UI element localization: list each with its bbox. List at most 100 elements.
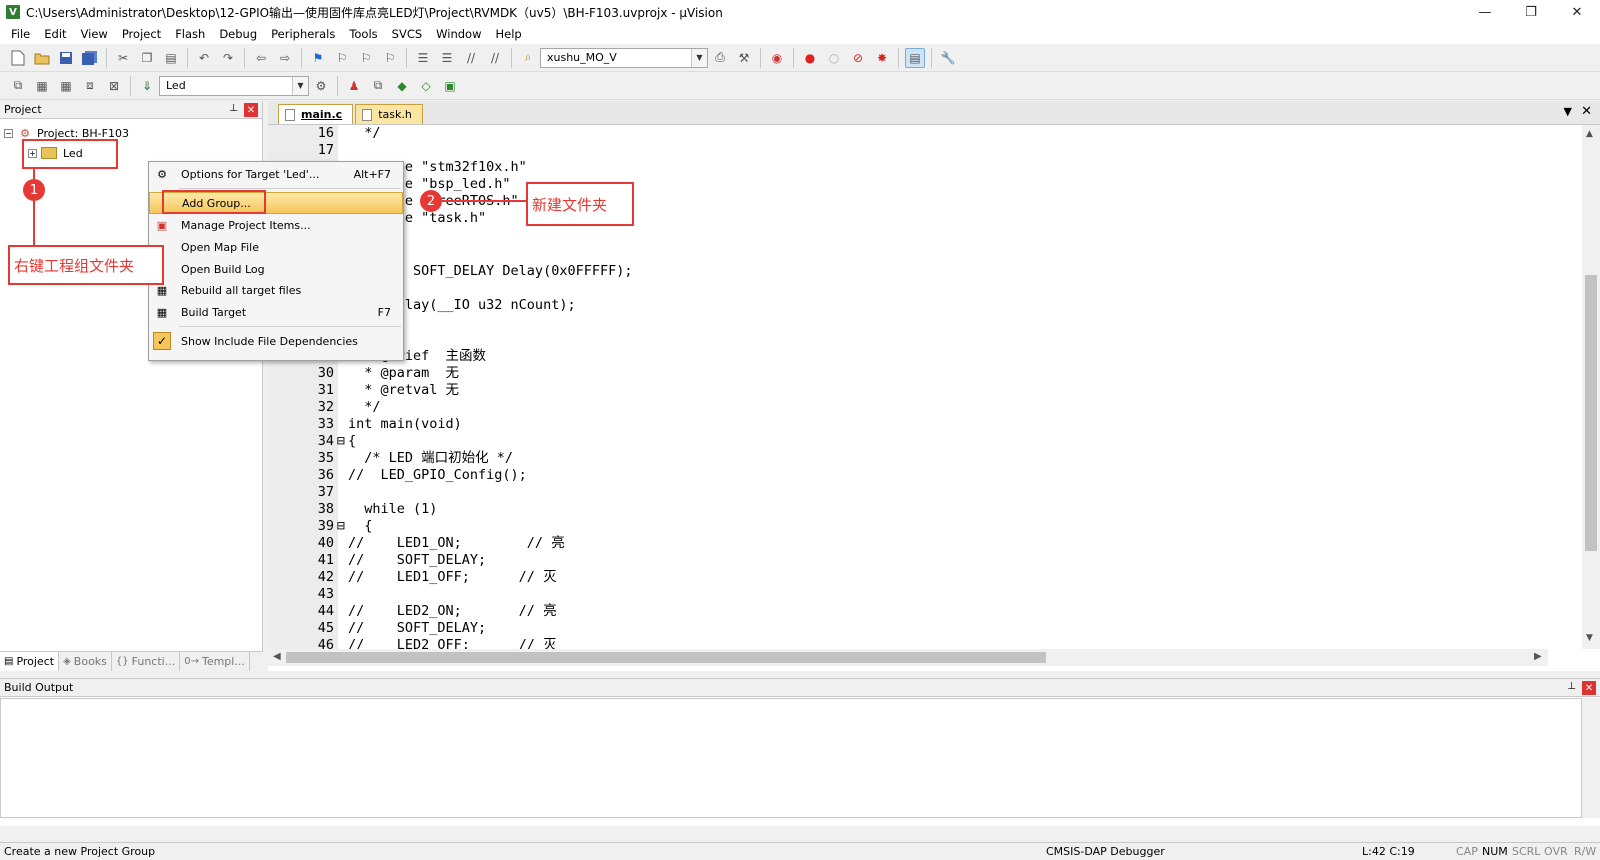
code-line[interactable]: 41 // SOFT_DELAY; <box>268 552 1548 569</box>
menu-help[interactable]: Help <box>489 27 529 41</box>
fold-toggle-icon[interactable]: ⊟ <box>334 433 348 450</box>
breakpoints-clear-icon[interactable]: ⊘ <box>848 48 868 68</box>
unindent-icon[interactable]: ☰ <box>437 48 457 68</box>
find-in-files-icon[interactable]: ⌕ <box>518 48 538 68</box>
menu-flash[interactable]: Flash <box>168 27 212 41</box>
scroll-left-icon[interactable]: ◀ <box>273 651 281 662</box>
code-line[interactable]: 34 ⊟{ <box>268 433 1548 450</box>
vertical-scrollbar[interactable] <box>1582 698 1600 818</box>
bookmark-next-icon[interactable]: ⚐ <box>356 48 376 68</box>
code-line[interactable]: nclude "bsp_led.h" <box>268 176 1548 193</box>
code-line[interactable] <box>268 229 1548 246</box>
chevron-down-icon[interactable]: ▼ <box>1564 105 1572 118</box>
scrollbar-thumb[interactable] <box>1585 275 1597 551</box>
redo-icon[interactable]: ↷ <box>218 48 238 68</box>
download-load-icon[interactable]: ⇓ <box>137 76 157 96</box>
open-file-icon[interactable] <box>32 48 52 68</box>
scroll-right-icon[interactable]: ▶ <box>1534 651 1542 662</box>
save-all-icon[interactable] <box>80 48 100 68</box>
menu-debug[interactable]: Debug <box>212 27 264 41</box>
code-line[interactable] <box>268 314 1548 331</box>
code-line[interactable]: 35 /* LED 端口初始化 */ <box>268 450 1548 467</box>
code-line[interactable] <box>268 280 1548 297</box>
menu-item-manage-project-items[interactable]: ▣ Manage Project Items... <box>149 214 403 236</box>
menu-peripherals[interactable]: Peripherals <box>264 27 342 41</box>
code-line[interactable]: 45 // SOFT_DELAY; <box>268 620 1548 637</box>
chevron-down-icon[interactable]: ▼ <box>292 76 308 95</box>
code-line[interactable]: 46 // LED2_OFF; // 灭 <box>268 637 1548 649</box>
menu-item-rebuild-all[interactable]: ▦ Rebuild all target files <box>149 279 403 301</box>
code-line[interactable]: nclude "stm32f10x.h" <box>268 159 1548 176</box>
scrollbar-thumb[interactable] <box>286 652 1046 663</box>
stop-build-icon[interactable]: ⊠ <box>104 76 124 96</box>
manage-rte-icon[interactable]: ⧉ <box>368 76 388 96</box>
code-line[interactable]: 29 * @brief 主函数 <box>268 348 1548 365</box>
menu-svcs[interactable]: SVCS <box>385 27 430 41</box>
indent-icon[interactable]: ☰ <box>413 48 433 68</box>
close-icon[interactable]: ✕ <box>244 103 258 117</box>
build-icon[interactable]: ▦ <box>32 76 52 96</box>
code-line[interactable] <box>268 331 1548 348</box>
pin-icon[interactable]: ⊥ <box>229 103 238 114</box>
code-line[interactable]: 30 * @param 无 <box>268 365 1548 382</box>
scroll-down-icon[interactable]: ▼ <box>1586 633 1593 643</box>
code-line[interactable]: nclude "task.h" <box>268 210 1548 227</box>
code-line[interactable]: 32 */ <box>268 399 1548 416</box>
menu-item-show-include-deps[interactable]: ✓ Show Include File Dependencies <box>149 330 403 352</box>
code-line[interactable]: 42 // LED1_OFF; // 灭 <box>268 569 1548 586</box>
breakpoints-kill-icon[interactable]: ✸ <box>872 48 892 68</box>
select-packs-icon[interactable]: ◇ <box>416 76 436 96</box>
code-line[interactable]: 31 * @retval 无 <box>268 382 1548 399</box>
restore-button[interactable]: ❐ <box>1508 0 1554 24</box>
code-line[interactable]: efine SOFT_DELAY Delay(0x0FFFFF); <box>268 263 1548 280</box>
code-line[interactable]: id Delay(__IO u32 nCount); <box>268 297 1548 314</box>
pin-icon[interactable]: ⊥ <box>1567 681 1576 692</box>
tab-task-h[interactable]: task.h <box>355 104 423 124</box>
tab-templates[interactable]: 0→ Templ... <box>180 652 250 671</box>
menu-edit[interactable]: Edit <box>37 27 73 41</box>
code-line[interactable]: 44 // LED2_ON; // 亮 <box>268 603 1548 620</box>
batch-build-icon[interactable]: ⧈ <box>80 76 100 96</box>
code-line[interactable]: 43 <box>268 586 1548 603</box>
bookmark-prev-icon[interactable]: ⚐ <box>332 48 352 68</box>
menu-item-options-for-target[interactable]: ⚙ Options for Target 'Led'... Alt+F7 <box>149 163 403 185</box>
tab-books[interactable]: ◈ Books <box>59 652 112 671</box>
menu-project[interactable]: Project <box>115 27 168 41</box>
software-packs-icon[interactable]: ▣ <box>440 76 460 96</box>
code-line[interactable]: 37 <box>268 484 1548 501</box>
code-line[interactable] <box>268 246 1548 263</box>
tab-functions[interactable]: {} Functi... <box>112 652 181 671</box>
code-line[interactable]: 16 */ <box>268 125 1548 142</box>
close-icon[interactable]: ✕ <box>1582 681 1596 695</box>
fold-toggle-icon[interactable]: ⊟ <box>334 518 348 535</box>
debug-session-icon[interactable]: ◉ <box>767 48 787 68</box>
close-icon[interactable]: ✕ <box>1581 104 1592 119</box>
bookmark-icon[interactable]: ⚑ <box>308 48 328 68</box>
code-area[interactable]: 16 */17 nclude "stm32f10x.h" nclude "bsp… <box>268 125 1548 649</box>
save-icon[interactable] <box>56 48 76 68</box>
nav-forward-icon[interactable]: ⇨ <box>275 48 295 68</box>
manage-project-items-icon[interactable]: ♟ <box>344 76 364 96</box>
copy-icon[interactable]: ❐ <box>137 48 157 68</box>
code-line[interactable]: 36 // LED_GPIO_Config(); <box>268 467 1548 484</box>
menu-item-open-map-file[interactable]: Open Map File <box>149 236 403 258</box>
tab-project[interactable]: ▤ Project <box>0 652 60 671</box>
code-line[interactable]: 17 <box>268 142 1548 159</box>
incremental-find-icon[interactable]: ⚒ <box>734 48 754 68</box>
new-file-icon[interactable] <box>8 48 28 68</box>
target-options-icon[interactable]: ⚙ <box>311 76 331 96</box>
rebuild-icon[interactable]: ▦ <box>56 76 76 96</box>
menu-file[interactable]: File <box>4 27 37 41</box>
breakpoint-disabled-icon[interactable]: ○ <box>824 48 844 68</box>
translate-icon[interactable]: ⧉ <box>8 76 28 96</box>
code-line[interactable]: 33 int main(void) <box>268 416 1548 433</box>
collapse-icon[interactable]: − <box>4 128 13 138</box>
code-line[interactable]: 39 ⊟ { <box>268 518 1548 535</box>
code-line[interactable]: 38 while (1) <box>268 501 1548 518</box>
scroll-up-icon[interactable]: ▲ <box>1586 129 1593 139</box>
menu-tools[interactable]: Tools <box>342 27 384 41</box>
code-line[interactable]: 40 // LED1_ON; // 亮 <box>268 535 1548 552</box>
nav-back-icon[interactable]: ⇦ <box>251 48 271 68</box>
find-icon[interactable]: ⎙ <box>710 48 730 68</box>
find-combo[interactable]: xushu_MO_V ▼ <box>540 47 708 68</box>
